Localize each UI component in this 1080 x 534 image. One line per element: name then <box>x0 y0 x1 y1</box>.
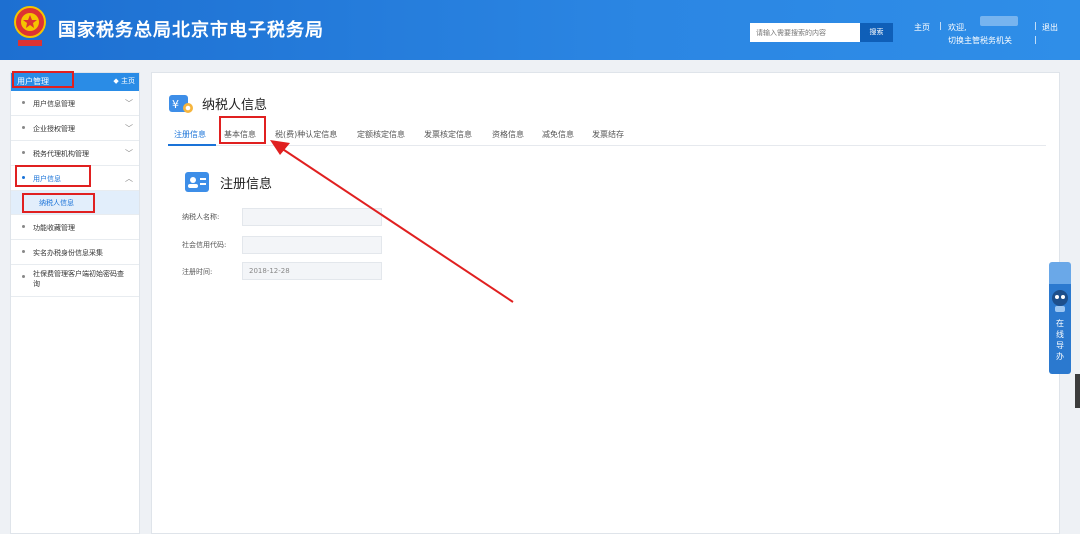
registration-date-label: 注册时间: <box>182 268 213 276</box>
online-guide-body: 在线导办 <box>1049 284 1071 374</box>
sidebar-home-label: 主页 <box>121 77 135 85</box>
welcome-text: 欢迎, <box>948 23 967 32</box>
tab-invoice-verification[interactable]: 发票核定信息 <box>424 129 472 140</box>
scroll-handle[interactable] <box>1075 374 1080 408</box>
sidebar-item-label: 实名办税身份信息采集 <box>33 249 103 257</box>
top-header: 国家税务总局北京市电子税务局 搜索 主页 | 欢迎, 切换主管税务机关 | | … <box>0 0 1080 60</box>
back-arrow-icon: ◆ <box>113 77 121 85</box>
bullet-icon <box>22 225 25 228</box>
registration-date-field: 2018-12-28 <box>242 262 382 280</box>
section-title: 注册信息 <box>220 177 273 192</box>
tab-quota-verification[interactable]: 定额核定信息 <box>357 129 405 140</box>
sidebar-item-real-name-collection[interactable]: 实名办税身份信息采集 <box>11 240 139 265</box>
tab-bar: 注册信息 基本信息 税(费)种认定信息 定额核定信息 发票核定信息 资格信息 减… <box>168 125 1046 146</box>
national-emblem-icon <box>14 6 46 46</box>
online-guide-widget[interactable]: 在线导办 <box>1049 262 1071 374</box>
username-blurred <box>980 16 1018 26</box>
site-title: 国家税务总局北京市电子税务局 <box>58 20 324 41</box>
sidebar-title[interactable]: 用户管理 <box>17 76 49 87</box>
sidebar-item-label: 纳税人信息 <box>39 199 74 207</box>
bullet-icon <box>22 275 25 278</box>
bullet-icon <box>22 126 25 129</box>
switch-tax-authority-link[interactable]: 切换主管税务机关 <box>948 35 1012 46</box>
tab-registration-info[interactable]: 注册信息 <box>174 129 206 140</box>
tab-qualification-info[interactable]: 资格信息 <box>492 129 524 140</box>
sidebar-item-label: 功能收藏管理 <box>33 224 75 232</box>
tab-tax-type-recognition[interactable]: 税(费)种认定信息 <box>275 129 337 140</box>
bullet-icon <box>22 101 25 104</box>
id-card-icon <box>185 172 209 192</box>
service-robot-icon <box>1052 290 1068 312</box>
sidebar: 用户管理 ◆ 主页 用户信息管理 ﹀ 企业授权管理 ﹀ 税务代理机构管理 ﹀ 用… <box>10 72 140 534</box>
credit-code-label: 社会信用代码: <box>182 241 227 249</box>
bullet-icon <box>22 151 25 154</box>
online-guide-text: 在线导办 <box>1056 319 1064 361</box>
taxpayer-name-field <box>242 208 382 226</box>
sidebar-item-tax-agency-management[interactable]: 税务代理机构管理 ﹀ <box>11 141 139 166</box>
bullet-icon <box>22 250 25 253</box>
taxpayer-name-label: 纳税人名称: <box>182 213 220 221</box>
sidebar-item-label: 用户信息 <box>33 175 61 183</box>
logout-link[interactable]: 退出 <box>1042 22 1058 33</box>
sidebar-item-label: 税务代理机构管理 <box>33 150 89 158</box>
home-link[interactable]: 主页 <box>914 22 930 33</box>
search-input[interactable] <box>750 23 860 42</box>
user-avatar-icon <box>1049 262 1071 284</box>
sidebar-item-label: 企业授权管理 <box>33 125 75 133</box>
active-tab-indicator <box>168 144 216 146</box>
sidebar-header: 用户管理 ◆ 主页 <box>11 73 139 91</box>
chevron-up-icon: ︿ <box>125 174 133 183</box>
header-separator: | <box>939 21 942 30</box>
chevron-down-icon: ﹀ <box>125 149 133 158</box>
header-separator: | <box>1034 35 1037 44</box>
tab-invoice-balance[interactable]: 发票结存 <box>592 129 624 140</box>
taxpayer-info-icon: ¥ <box>169 95 193 113</box>
svg-text:¥: ¥ <box>172 98 179 111</box>
sidebar-item-social-security-password[interactable]: 社保费管理客户端初始密码查询 <box>11 265 139 297</box>
sidebar-item-user-info[interactable]: 用户信息 ︿ <box>11 166 139 191</box>
search-button[interactable]: 搜索 <box>860 23 893 42</box>
sidebar-item-favorites-management[interactable]: 功能收藏管理 <box>11 215 139 240</box>
chevron-down-icon: ﹀ <box>125 99 133 108</box>
sidebar-home-link[interactable]: ◆ 主页 <box>113 76 135 86</box>
tab-exemption-info[interactable]: 减免信息 <box>542 129 574 140</box>
page-title: 纳税人信息 <box>202 98 268 113</box>
sidebar-item-label: 社保费管理客户端初始密码查询 <box>33 270 124 288</box>
main-panel: ¥ 纳税人信息 注册信息 基本信息 税(费)种认定信息 定额核定信息 发票核定信… <box>151 72 1060 534</box>
sidebar-item-enterprise-authorization[interactable]: 企业授权管理 ﹀ <box>11 116 139 141</box>
chevron-down-icon: ﹀ <box>125 124 133 133</box>
sidebar-item-label: 用户信息管理 <box>33 100 75 108</box>
sidebar-item-user-info-management[interactable]: 用户信息管理 ﹀ <box>11 91 139 116</box>
tab-basic-info[interactable]: 基本信息 <box>224 129 256 140</box>
bullet-icon <box>22 176 25 179</box>
sidebar-subitem-taxpayer-info[interactable]: 纳税人信息 <box>11 191 139 215</box>
header-separator: | <box>1034 21 1037 30</box>
credit-code-field <box>242 236 382 254</box>
